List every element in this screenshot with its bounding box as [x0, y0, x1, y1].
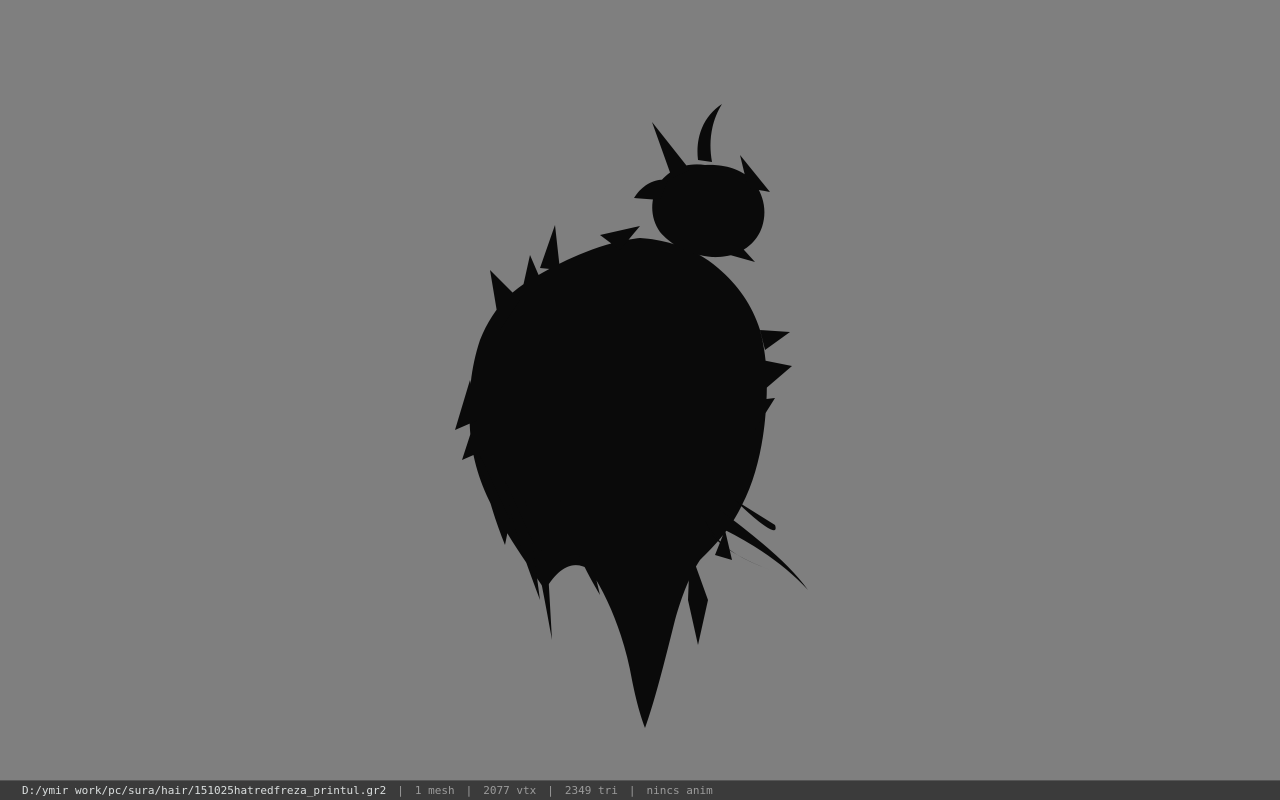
file-path-label: D:/ymir work/pc/sura/hair/151025hatredfr…: [22, 784, 387, 797]
triangle-count-label: 2349 tri: [564, 784, 618, 797]
separator: |: [397, 784, 404, 797]
3d-viewport[interactable]: [0, 0, 1280, 780]
separator: |: [465, 784, 473, 797]
animation-status-label: nincs anim: [646, 784, 713, 797]
mesh-count-label: 1 mesh: [414, 784, 455, 797]
hair-model-silhouette: [455, 104, 808, 728]
status-bar: D:/ymir work/pc/sura/hair/151025hatredfr…: [0, 780, 1280, 800]
vertex-count-label: 2077 vtx: [483, 784, 537, 797]
separator: |: [628, 784, 636, 797]
separator: |: [547, 784, 554, 797]
